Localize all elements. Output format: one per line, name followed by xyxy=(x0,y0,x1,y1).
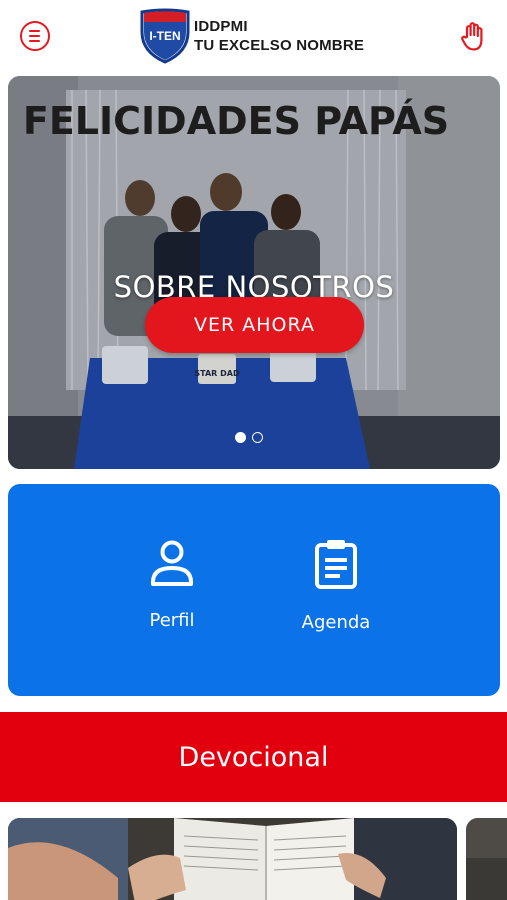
logo-text: I-TEN xyxy=(149,29,180,43)
hero-carousel[interactable]: FELICIDADES PAPÁS STAR DAD SOBRE NOSOTRO… xyxy=(8,76,500,469)
logo[interactable]: I-TEN xyxy=(138,8,192,64)
carousel-dot-1[interactable] xyxy=(235,432,246,443)
content-cards xyxy=(0,818,507,900)
carousel-dot-2[interactable] xyxy=(252,432,263,443)
brand-name: IDDPMI TU EXCELSO NOMBRE xyxy=(194,17,364,55)
clipboard-icon xyxy=(315,540,357,589)
quick-actions-panel: Perfil Agenda xyxy=(8,484,500,696)
devocional-button[interactable]: Devocional xyxy=(0,712,507,802)
devocional-label: Devocional xyxy=(178,741,329,773)
ver-ahora-label: VER AHORA xyxy=(194,314,315,336)
perfil-label: Perfil xyxy=(149,610,195,631)
brand-line-2: TU EXCELSO NOMBRE xyxy=(194,37,365,54)
ver-ahora-button[interactable]: VER AHORA xyxy=(145,297,364,353)
partial-photo xyxy=(466,818,507,900)
content-card[interactable] xyxy=(466,818,507,900)
raised-hand-icon[interactable] xyxy=(458,20,488,52)
brand-line-1: IDDPMI xyxy=(194,18,248,35)
perfil-button[interactable]: Perfil xyxy=(107,538,237,631)
agenda-button[interactable]: Agenda xyxy=(271,538,401,633)
top-bar: I-TEN IDDPMI TU EXCELSO NOMBRE xyxy=(0,0,507,72)
content-card[interactable] xyxy=(8,818,457,900)
open-bible-photo xyxy=(8,818,457,900)
person-icon xyxy=(151,540,193,586)
agenda-label: Agenda xyxy=(301,612,371,633)
hamburger-menu-icon[interactable] xyxy=(20,21,50,51)
